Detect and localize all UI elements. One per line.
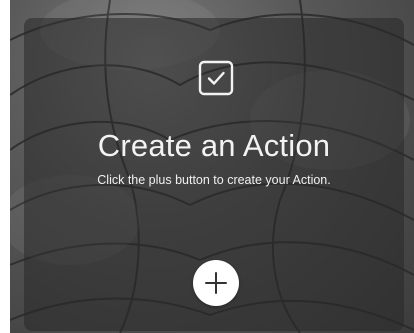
plus-icon xyxy=(205,272,227,294)
app-frame: Create an Action Click the plus button t… xyxy=(0,0,414,333)
checkbox-icon xyxy=(198,60,234,96)
create-action-card: Create an Action Click the plus button t… xyxy=(24,18,404,331)
card-subtitle: Click the plus button to create your Act… xyxy=(97,173,331,187)
add-action-button[interactable] xyxy=(193,260,239,306)
card-title: Create an Action xyxy=(97,128,331,163)
